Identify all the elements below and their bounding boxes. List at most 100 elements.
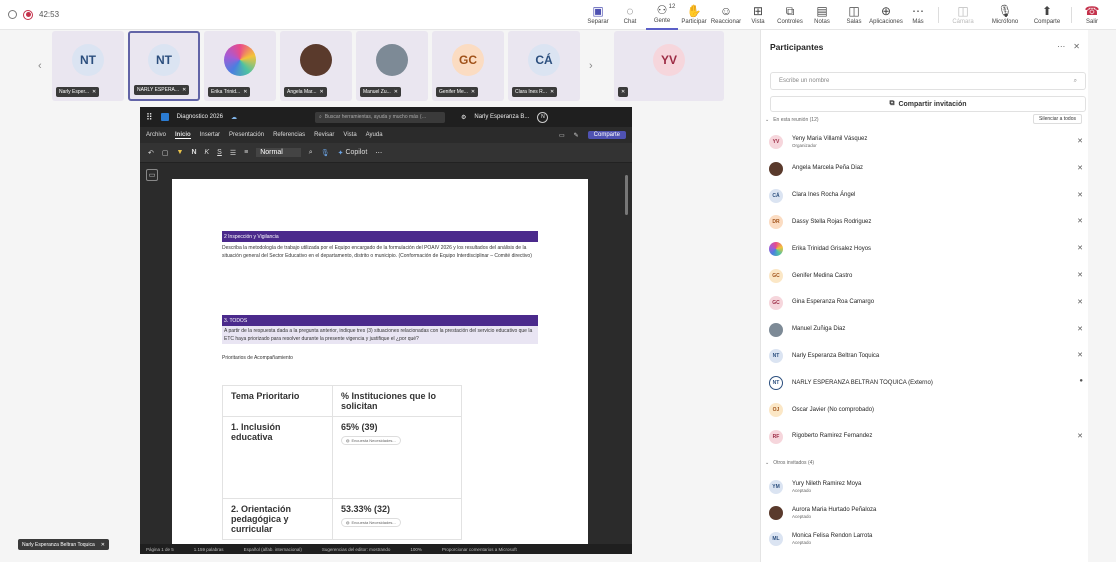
user-avatar[interactable]: N — [537, 111, 549, 123]
toolbar-button-gente[interactable]: ⚇ 12 Gente — [646, 0, 678, 30]
participant-row[interactable]: DR Dassy Stella Rojas Rodriguez ✕ — [769, 210, 1087, 234]
panel-header-actions: ⋯ ✕ — [1057, 42, 1080, 51]
tab-presentación[interactable]: Presentación — [229, 132, 264, 138]
toolbar-button-vista[interactable]: ⊞ Vista — [742, 0, 774, 30]
word-search-box[interactable]: ⌕ Buscar herramientas, ayuda y mucho más… — [314, 111, 445, 123]
document-page[interactable]: 2 Inspección y Vigilancia Describa la me… — [172, 179, 588, 544]
participant-row[interactable]: CÁ Clara Ines Rocha Ángel ✕ — [769, 184, 1087, 208]
more-options-icon[interactable]: ⋯ — [1057, 42, 1065, 51]
video-tile[interactable]: Angela Mar... ✕ — [280, 31, 352, 101]
participant-row[interactable]: OJ Oscar Javier (No comprobado) — [769, 398, 1087, 422]
editing-icon[interactable]: ✎ — [574, 132, 579, 139]
toolbar-button-chat[interactable]: ◌ Chat — [614, 0, 646, 30]
mic-muted-icon[interactable]: ✕ — [1077, 164, 1083, 172]
participant-row[interactable]: Aurora Maria Hurtado Peñaloza Aceptado — [769, 501, 1087, 525]
underline-button[interactable]: S — [217, 149, 222, 156]
toolbar-button-notas[interactable]: ▤ Notas — [806, 0, 838, 30]
tab-revisar[interactable]: Revisar — [314, 132, 334, 138]
comments-icon[interactable]: ▭ — [559, 132, 565, 139]
close-icon[interactable]: ✕ — [1073, 42, 1080, 51]
tab-ayuda[interactable]: Ayuda — [366, 132, 383, 138]
toolbar-button-controles[interactable]: ⧉ Controles — [774, 0, 806, 30]
video-tile[interactable]: CÁ Clara Ines R... ✕ — [508, 31, 580, 101]
mic-muted-icon[interactable]: ✕ — [1077, 271, 1083, 279]
mic-muted-icon[interactable]: ✕ — [1077, 244, 1083, 252]
video-tile[interactable]: NT Narly Esper... ✕ — [52, 31, 124, 101]
word-share-button[interactable]: Comparte — [587, 131, 626, 139]
toolbar-button-más[interactable]: ⋯ Más — [902, 0, 934, 30]
tab-referencias[interactable]: Referencias — [273, 132, 305, 138]
tile-name-label: Genifer Me... ✕ — [436, 87, 479, 97]
mic-muted-icon[interactable]: ✕ — [1077, 137, 1083, 145]
participant-row[interactable]: NT NARLY ESPERANZA BELTRAN TOQUICA (Exter… — [769, 371, 1087, 395]
other-invited-section-toggle[interactable]: ⌄ Otros invitados (4) — [765, 460, 814, 466]
toolbar-button-participar[interactable]: ✋ Participar — [678, 0, 710, 30]
toolbar-button-salas[interactable]: ◫ Salas — [838, 0, 870, 30]
mic-muted-icon[interactable]: ✕ — [1077, 191, 1083, 199]
participant-row[interactable]: YV Yeny Maria Villamil Vásquez Organizador… — [769, 130, 1087, 154]
strip-prev-arrow-icon[interactable]: ‹ — [38, 60, 42, 72]
tab-inicio[interactable]: Inicio — [175, 132, 191, 139]
video-tile[interactable]: NT NARLY ESPERA... ✕ — [128, 31, 200, 101]
camera-button[interactable]: ◫ Cámara — [943, 0, 983, 30]
tab-vista[interactable]: Vista — [343, 132, 356, 138]
dictate-icon[interactable]: 🎙 — [321, 149, 330, 157]
toolbar-button-reaccionar[interactable]: ☺ Reaccionar — [710, 0, 742, 30]
tab-insertar[interactable]: Insertar — [200, 132, 220, 138]
mic-muted-icon[interactable]: ✕ — [1077, 217, 1083, 225]
participant-row[interactable]: GC Genifer Medina Castro ✕ — [769, 264, 1087, 288]
align-icon[interactable]: ≡ — [244, 149, 248, 156]
participant-row[interactable]: Erika Trinidad Grisalez Hoyos ✕ — [769, 237, 1087, 261]
subheading: Prioritarios de Acompañamiento — [222, 355, 293, 361]
participant-row[interactable]: ML Monica Felisa Rendon Larrota Aceptado — [769, 527, 1087, 551]
mic-muted-icon[interactable]: ✕ — [1077, 351, 1083, 359]
video-tile[interactable]: GC Genifer Me... ✕ — [432, 31, 504, 101]
document-title[interactable]: Diagnostico 2026 — [177, 114, 223, 120]
bold-button[interactable]: N — [191, 149, 196, 156]
style-dropdown[interactable]: Normal — [256, 148, 301, 157]
format-painter-icon[interactable]: ▼ — [177, 149, 184, 156]
mic-muted-icon[interactable]: ✕ — [1077, 298, 1083, 306]
source-chip[interactable]: ◍ Encuesta Necesidades... — [341, 518, 401, 527]
participant-row[interactable]: YM Yury Nileth Ramirez Moya Aceptado — [769, 475, 1087, 499]
in-meeting-section-toggle[interactable]: ⌄ En esta reunión (12) — [765, 117, 819, 123]
find-icon[interactable]: ⌕ — [309, 149, 313, 157]
app-launcher-icon[interactable]: ⠿ — [146, 112, 153, 123]
settings-icon[interactable]: ⚙ — [461, 114, 466, 121]
video-tile[interactable]: Erika Trinid... ✕ — [204, 31, 276, 101]
clipboard-icon[interactable]: ▢ — [162, 149, 169, 157]
table-value: 53.33% (32) — [341, 504, 391, 514]
video-tile[interactable]: YV ✕ — [614, 31, 724, 101]
copilot-button[interactable]: ✦ Copilot — [338, 149, 368, 157]
strip-next-arrow-icon[interactable]: › — [589, 60, 593, 72]
source-chip[interactable]: ◍ Encuesta Necesidades... — [341, 436, 401, 445]
share-button[interactable]: ⬆ Comparte — [1027, 0, 1067, 30]
microphone-icon[interactable]: ● — [1079, 378, 1083, 384]
share-invite-button[interactable]: ⧉ Compartir invitación — [770, 96, 1086, 112]
toolbar-button-separar[interactable]: ▣ Separar — [582, 0, 614, 30]
participant-row[interactable]: NT Narly Esperanza Beltran Toquica ✕ — [769, 344, 1087, 368]
undo-icon[interactable]: ↶ — [148, 149, 154, 157]
participant-row[interactable]: Manuel Zuñiga Diaz ✕ — [769, 318, 1087, 342]
vertical-scrollbar[interactable] — [625, 175, 628, 215]
more-options-icon[interactable]: ⋯ — [375, 149, 382, 157]
video-tile[interactable]: Manuel Zu... ✕ — [356, 31, 428, 101]
mute-all-button[interactable]: Silenciar a todos — [1033, 114, 1082, 124]
mic-muted-icon[interactable]: ✕ — [1077, 325, 1083, 333]
tile-name-label: Erika Trinid... ✕ — [208, 87, 251, 97]
mic-muted-icon[interactable]: ✕ — [1077, 432, 1083, 440]
toolbar-divider — [1071, 7, 1072, 23]
microphone-button[interactable]: 🎙 Micrófono — [983, 0, 1027, 30]
participant-row[interactable]: Angela Marcela Peña Diaz ✕ — [769, 157, 1087, 181]
bullets-icon[interactable]: ☰ — [230, 149, 236, 157]
nav-pane-icon[interactable]: ▭ — [146, 169, 158, 181]
participant-name-text: Aurora Maria Hurtado Peñaloza — [792, 506, 877, 513]
leave-button[interactable]: ☎ Salir — [1076, 0, 1108, 30]
participant-row[interactable]: GC Gina Esperanza Roa Camargo ✕ — [769, 291, 1087, 315]
cloud-icon: ☁ — [230, 114, 237, 121]
tab-archivo[interactable]: Archivo — [146, 132, 166, 138]
participant-search-input[interactable]: Escribe un nombre ⌕ — [770, 72, 1086, 90]
toolbar-button-aplicaciones[interactable]: ⊕ Aplicaciones — [869, 0, 903, 30]
italic-button[interactable]: K — [205, 149, 210, 156]
participant-row[interactable]: RF Rigoberto Ramirez Fernandez ✕ — [769, 425, 1087, 449]
